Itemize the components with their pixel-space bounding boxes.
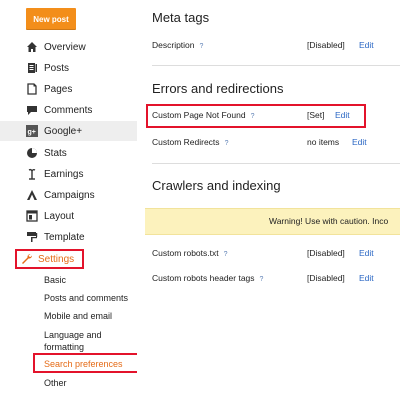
sidebar-item-layout[interactable]: Layout bbox=[0, 206, 137, 226]
sidebar-item-campaigns[interactable]: Campaigns bbox=[0, 185, 137, 205]
settings-subitem-basic[interactable]: Basic bbox=[44, 274, 66, 286]
setting-row-custom-robots-txt: Custom robots.txt? [Disabled] Edit bbox=[152, 245, 400, 263]
sidebar-item-label: Google+ bbox=[44, 125, 83, 137]
section-title-meta-tags: Meta tags bbox=[152, 10, 210, 25]
comments-icon bbox=[26, 104, 38, 116]
sidebar-item-label: Earnings bbox=[44, 168, 84, 180]
warning-text: Warning! Use with caution. Inco bbox=[269, 216, 389, 226]
search-preferences-highlight-box bbox=[33, 353, 139, 373]
setting-label: Custom robots header tags? bbox=[152, 273, 264, 283]
section-title-errors: Errors and redirections bbox=[152, 81, 284, 96]
template-icon bbox=[26, 231, 38, 243]
custom-page-not-found-highlight-box bbox=[146, 104, 366, 128]
settings-subitem-posts-and-comments[interactable]: Posts and comments bbox=[44, 292, 128, 304]
settings-subitem-language-and-formatting[interactable]: Language and formatting bbox=[44, 329, 124, 353]
setting-label: Custom robots.txt? bbox=[152, 248, 228, 258]
sidebar-item-stats[interactable]: Stats bbox=[0, 143, 137, 163]
sidebar-item-google-plus[interactable]: g+ Google+ bbox=[0, 121, 137, 141]
sidebar-item-label: Posts bbox=[44, 62, 70, 74]
sidebar-item-template[interactable]: Template bbox=[0, 227, 137, 247]
pages-icon bbox=[26, 83, 38, 95]
setting-value: [Disabled] bbox=[307, 273, 345, 283]
posts-icon bbox=[26, 62, 38, 74]
layout-icon bbox=[26, 210, 38, 222]
sidebar-item-label: Pages bbox=[44, 83, 73, 95]
sidebar: New post Overview Posts Pages Comments g… bbox=[0, 0, 139, 400]
new-post-button[interactable]: New post bbox=[26, 8, 76, 30]
setting-value: [Disabled] bbox=[307, 40, 345, 50]
sidebar-item-comments[interactable]: Comments bbox=[0, 100, 137, 120]
help-icon[interactable]: ? bbox=[225, 140, 229, 147]
edit-custom-robots-header-tags-link[interactable]: Edit bbox=[359, 273, 374, 283]
help-icon[interactable]: ? bbox=[200, 43, 204, 50]
sidebar-item-label: Stats bbox=[44, 147, 67, 159]
setting-value: [Disabled] bbox=[307, 248, 345, 258]
setting-row-description: Description? [Disabled] Edit bbox=[152, 37, 400, 55]
home-icon bbox=[26, 41, 38, 53]
campaigns-icon bbox=[26, 189, 38, 201]
sidebar-item-posts[interactable]: Posts bbox=[0, 58, 137, 78]
settings-highlight-box bbox=[15, 249, 84, 269]
setting-label: Description? bbox=[152, 40, 204, 50]
sidebar-item-label: Template bbox=[44, 231, 85, 243]
help-icon[interactable]: ? bbox=[260, 276, 264, 283]
sidebar-item-label: Overview bbox=[44, 41, 86, 53]
google-plus-icon: g+ bbox=[26, 125, 38, 137]
stats-icon bbox=[26, 147, 38, 159]
sidebar-item-pages[interactable]: Pages bbox=[0, 79, 137, 99]
section-divider bbox=[152, 65, 400, 66]
edit-custom-redirects-link[interactable]: Edit bbox=[352, 137, 367, 147]
settings-subitem-mobile-and-email[interactable]: Mobile and email bbox=[44, 310, 112, 322]
edit-custom-robots-txt-link[interactable]: Edit bbox=[359, 248, 374, 258]
warning-banner: Warning! Use with caution. Inco bbox=[145, 208, 400, 235]
section-divider bbox=[152, 163, 400, 164]
main-content: Meta tags Description? [Disabled] Edit E… bbox=[137, 0, 400, 400]
sidebar-item-label: Layout bbox=[44, 210, 75, 222]
svg-text:g+: g+ bbox=[28, 129, 36, 136]
setting-row-custom-robots-header-tags: Custom robots header tags? [Disabled] Ed… bbox=[152, 270, 400, 288]
sidebar-item-earnings[interactable]: Earnings bbox=[0, 164, 137, 184]
edit-description-link[interactable]: Edit bbox=[359, 40, 374, 50]
section-title-crawlers: Crawlers and indexing bbox=[152, 178, 281, 193]
help-icon[interactable]: ? bbox=[224, 251, 228, 258]
setting-label: Custom Redirects? bbox=[152, 137, 229, 147]
sidebar-item-label: Comments bbox=[44, 104, 93, 116]
sidebar-item-overview[interactable]: Overview bbox=[0, 37, 137, 57]
settings-subitem-other[interactable]: Other bbox=[44, 377, 67, 389]
setting-row-custom-redirects: Custom Redirects? no items Edit bbox=[152, 134, 400, 152]
setting-value: no items bbox=[307, 137, 340, 147]
earnings-icon bbox=[26, 168, 38, 180]
sidebar-item-label: Campaigns bbox=[44, 189, 95, 201]
